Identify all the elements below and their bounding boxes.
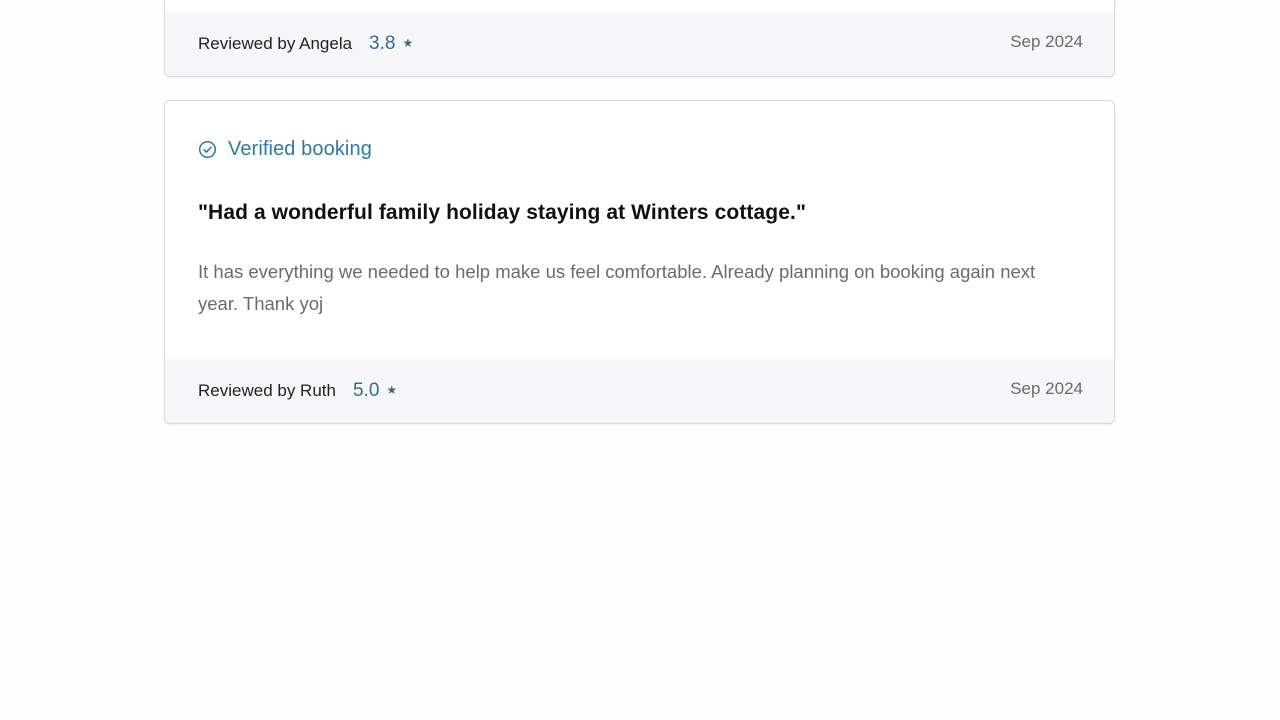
- review-card-body: Verified booking "Had a wonderful family…: [165, 101, 1114, 360]
- review-meta: Reviewed by Ruth 5.0 ★: [198, 380, 397, 402]
- review-meta: Reviewed by Angela 3.8 ★: [198, 33, 413, 55]
- reviewer-name: Reviewed by Angela: [198, 34, 353, 53]
- reviews-page: Reviewed by Angela 3.8 ★ Sep 2024 Verifi…: [0, 0, 1280, 720]
- review-title: "Had a wonderful family holiday staying …: [198, 201, 806, 224]
- review-date: Sep 2024: [1010, 379, 1083, 398]
- verified-badge: Verified booking: [198, 138, 372, 161]
- star-icon: ★: [386, 383, 398, 397]
- review-card: Reviewed by Angela 3.8 ★ Sep 2024: [164, 0, 1115, 77]
- review-footer: Reviewed by Angela 3.8 ★ Sep 2024: [165, 12, 1114, 76]
- check-circle-icon: [198, 140, 217, 159]
- verified-label: Verified booking: [228, 138, 372, 160]
- review-date: Sep 2024: [1010, 32, 1083, 51]
- review-card: Verified booking "Had a wonderful family…: [164, 100, 1115, 424]
- rating-value: 3.8: [369, 33, 396, 54]
- rating-value: 5.0: [352, 380, 380, 401]
- star-icon: ★: [402, 36, 414, 50]
- review-footer: Reviewed by Ruth 5.0 ★ Sep 2024: [165, 359, 1114, 423]
- reviewer-name: Reviewed by Ruth: [198, 381, 336, 400]
- review-text: It has everything we needed to help make…: [198, 261, 1036, 314]
